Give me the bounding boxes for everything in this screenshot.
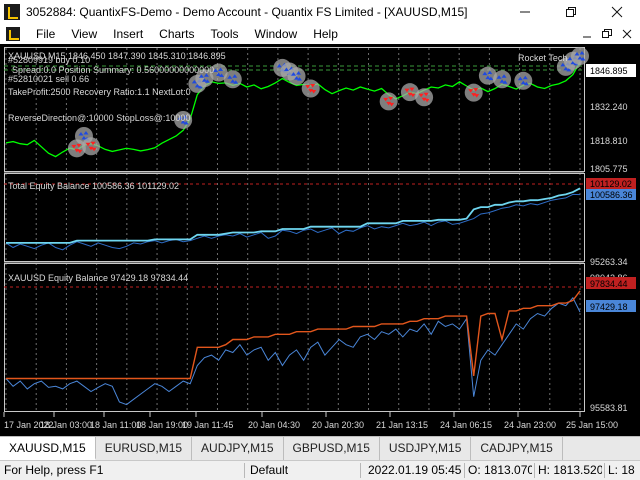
buy-marker[interactable] xyxy=(223,70,242,89)
menu-window[interactable]: Window xyxy=(247,24,306,44)
chart-document-icon[interactable] xyxy=(6,27,20,41)
menu-file[interactable]: File xyxy=(28,24,63,44)
sell-marker[interactable] xyxy=(82,137,101,156)
restore-icon-glyph xyxy=(566,7,576,17)
equity-xau-panel-frame xyxy=(4,263,585,412)
status-divider xyxy=(534,463,535,478)
buy-marker[interactable] xyxy=(287,67,306,86)
tab-xauusd[interactable]: XAUUSD,M15 xyxy=(0,437,96,460)
current-price-label: 1846.895 xyxy=(590,66,628,76)
marker-halo xyxy=(379,92,398,111)
info-line-reverse: ReverseDirection@:10000 StopLoss@:10000 xyxy=(8,113,190,123)
equity-xau-bottom-label: 97429.18 xyxy=(590,302,628,312)
symbol-tab-bar: XAUUSD,M15 EURUSD,M15 AUDJPY,M15 GBPUSD,… xyxy=(0,436,640,460)
close-icon-glyph xyxy=(611,6,623,18)
title-bar: 3052884: QuantixFS-Demo - Demo Account -… xyxy=(0,0,640,24)
equity-xau-axis-min: 95583.81 xyxy=(590,403,628,413)
status-divider xyxy=(604,463,605,478)
time-axis-label: 21 Jan 13:15 xyxy=(376,420,428,430)
sell-marker[interactable] xyxy=(464,83,483,102)
menu-bar: File View Insert Charts Tools Window Hel… xyxy=(0,24,640,44)
marker-halo xyxy=(464,83,483,102)
mdi-restore-icon[interactable] xyxy=(598,24,616,44)
sell-marker[interactable] xyxy=(301,79,320,98)
chart-grid xyxy=(5,48,581,412)
status-divider xyxy=(360,463,361,478)
menu-help[interactable]: Help xyxy=(305,24,346,44)
status-low: L: 18 xyxy=(608,463,635,477)
menu-charts[interactable]: Charts xyxy=(151,24,202,44)
price-axis-label-3: 1805.775 xyxy=(590,164,628,174)
mdi-minimize-icon[interactable] xyxy=(578,24,596,44)
mdi-close-glyph xyxy=(622,29,632,39)
mdi-restore-glyph xyxy=(602,29,612,38)
marker-halo xyxy=(571,47,589,66)
marker-halo xyxy=(301,79,320,98)
status-divider xyxy=(244,463,245,478)
status-bar: For Help, press F1 Default 2022.01.19 05… xyxy=(0,460,640,480)
time-axis-label: 18 Jan 11:00 xyxy=(90,420,141,430)
minimize-icon-glyph xyxy=(520,11,530,13)
info-line-ticket-sell: #52810021 sell 0.66 xyxy=(8,74,89,84)
buy-marker[interactable] xyxy=(571,47,589,66)
tab-gbpusd[interactable]: GBPUSD,M15 xyxy=(284,437,380,460)
status-divider xyxy=(464,463,465,478)
price-axis-label-2: 1818.810 xyxy=(590,136,628,146)
time-axis-label: 20 Jan 04:30 xyxy=(248,420,300,430)
expert-name: Rocket Tech xyxy=(518,53,567,63)
marker-halo xyxy=(82,137,101,156)
menu-tools[interactable]: Tools xyxy=(203,24,247,44)
time-axis-label: 18 Jan 03:00 xyxy=(40,420,92,430)
time-axis-label: 24 Jan 06:15 xyxy=(440,420,492,430)
equity-total-header: Total Equity Balance 100586.36 101129.02 xyxy=(8,181,179,191)
time-axis-label: 25 Jan 15:00 xyxy=(566,420,618,430)
tab-cadjpy[interactable]: CADJPY,M15 xyxy=(471,437,563,460)
window-title: 3052884: QuantixFS-Demo - Demo Account -… xyxy=(26,5,468,19)
sell-marker[interactable] xyxy=(415,88,434,107)
buy-marker[interactable] xyxy=(514,71,533,90)
time-axis-label: 20 Jan 20:30 xyxy=(312,420,364,430)
status-open: O: 1813.070 xyxy=(468,463,532,477)
marker-halo xyxy=(415,88,434,107)
status-high: H: 1813.520 xyxy=(538,463,602,477)
equity-total-top-label: 101129.02 xyxy=(590,179,632,189)
status-datetime: 2022.01.19 05:45 xyxy=(368,463,462,477)
menu-view[interactable]: View xyxy=(63,24,105,44)
mdi-close-icon[interactable] xyxy=(618,24,636,44)
status-help: For Help, press F1 xyxy=(4,463,104,477)
equity-total-bottom-label: 100586.36 xyxy=(590,190,633,200)
menu-insert[interactable]: Insert xyxy=(105,24,151,44)
xau-equity-line xyxy=(6,290,581,380)
equity-xau-top-label: 97834.44 xyxy=(590,279,628,289)
tab-usdjpy[interactable]: USDJPY,M15 xyxy=(380,437,472,460)
equity-xau-header: XAUUSD Equity Balance 97429.18 97834.44 xyxy=(8,273,188,283)
price-axis-label-1: 1832.240 xyxy=(590,102,628,112)
buy-marker[interactable] xyxy=(493,70,512,89)
restore-icon[interactable] xyxy=(548,0,594,24)
time-axis-label: 24 Jan 23:00 xyxy=(504,420,556,430)
sell-marker[interactable] xyxy=(379,92,398,111)
equity-total-axis-min: 95263.34 xyxy=(590,257,628,267)
time-axis-label: 18 Jan 19:00 xyxy=(136,420,188,430)
trade-markers xyxy=(67,47,589,158)
total-equity-line xyxy=(6,187,581,244)
info-line-takeprofit: TakeProfit:2500 Recovery Ratio:1.1 NextL… xyxy=(8,87,191,97)
chart-canvas[interactable]: XAUUSD,M15 1846.450 1847.390 1845.310 18… xyxy=(0,44,640,436)
time-axis: 17 Jan 202218 Jan 03:0018 Jan 11:0018 Ja… xyxy=(3,412,618,430)
time-axis-label: 19 Jan 11:45 xyxy=(182,420,233,430)
app-logo-icon xyxy=(4,4,20,20)
info-line-ticket-buy: #52809919 buy 0.10 xyxy=(8,55,90,65)
mdi-minimize-glyph xyxy=(583,36,591,38)
tab-eurusd[interactable]: EURUSD,M15 xyxy=(96,437,193,460)
close-icon[interactable] xyxy=(594,0,640,24)
minimize-icon[interactable] xyxy=(502,0,548,24)
chart-window[interactable]: XAUUSD,M15 1846.450 1847.390 1845.310 18… xyxy=(0,44,640,436)
tab-audjpy[interactable]: AUDJPY,M15 xyxy=(192,437,284,460)
status-profile: Default xyxy=(250,463,289,477)
